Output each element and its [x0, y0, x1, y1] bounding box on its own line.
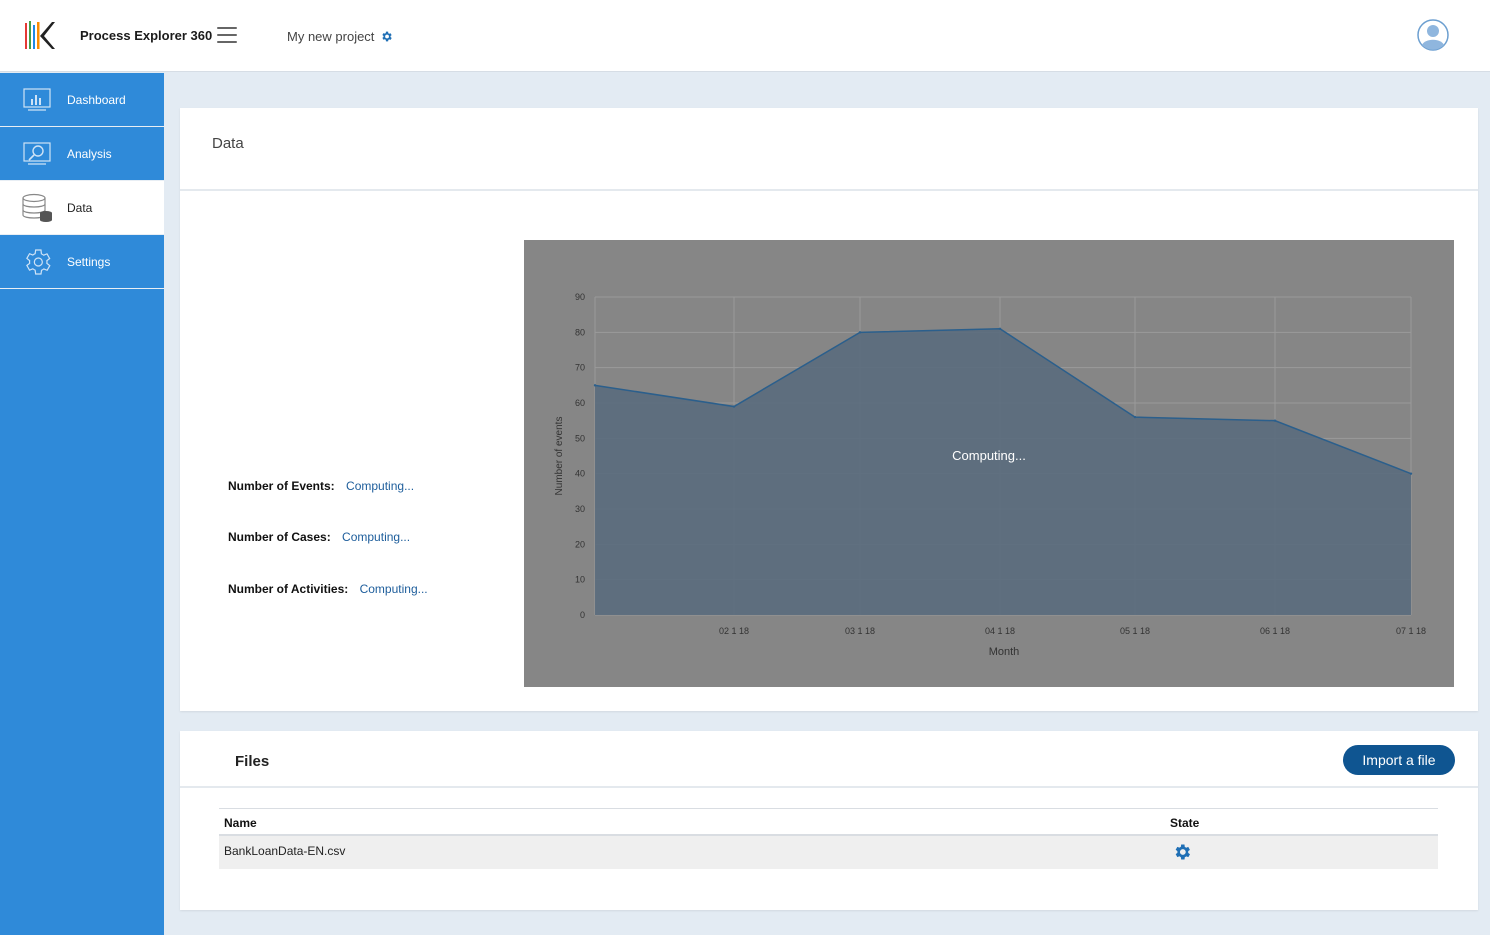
column-header-name[interactable]: Name: [224, 816, 257, 830]
y-tick-label: 70: [575, 363, 585, 373]
y-tick-label: 30: [575, 504, 585, 514]
data-card-header: Data: [180, 108, 1478, 191]
data-point: [858, 331, 862, 334]
stat-cases-value: Computing...: [342, 530, 411, 544]
y-tick-label: 80: [575, 327, 585, 337]
sidebar-item-label: Settings: [67, 254, 111, 269]
app-logo[interactable]: [24, 19, 56, 51]
app-title: Process Explorer 360: [80, 28, 213, 43]
table-header-row: Name State: [219, 808, 1438, 836]
processing-gear-icon: [1175, 844, 1190, 860]
y-tick-label: 50: [575, 433, 585, 443]
x-tick-label: 02 1 18: [719, 626, 749, 636]
data-point: [998, 327, 1002, 330]
sidebar-item-dashboard[interactable]: Dashboard: [0, 73, 164, 127]
data-card-title: Data: [212, 135, 244, 152]
y-tick-label: 10: [575, 575, 585, 585]
project-selector[interactable]: My new project: [287, 29, 393, 44]
import-file-button[interactable]: Import a file: [1343, 745, 1455, 775]
x-tick-label: 03 1 18: [845, 626, 875, 636]
x-tick-label: 06 1 18: [1260, 626, 1290, 636]
user-avatar-icon[interactable]: [1417, 19, 1449, 51]
database-stack-icon: [21, 192, 53, 224]
stat-activities: Number of Activities: Computing...: [228, 582, 428, 596]
dashboard-chart-icon: [21, 84, 53, 116]
x-tick-label: 07 1 18: [1396, 626, 1426, 636]
files-table: Name State BankLoanData-EN.csv: [219, 808, 1438, 869]
y-tick-label: 90: [575, 292, 585, 302]
y-tick-label: 60: [575, 398, 585, 408]
sidebar-item-label: Dashboard: [67, 92, 126, 107]
computing-overlay-text: Computing...: [952, 448, 1026, 463]
gear-icon: [21, 246, 53, 278]
data-point: [593, 384, 597, 387]
stat-events: Number of Events: Computing...: [228, 479, 414, 493]
x-tick-label: 04 1 18: [985, 626, 1015, 636]
x-axis-label: Month: [989, 646, 1020, 658]
y-axis-label: Number of events: [554, 417, 565, 496]
stat-events-label: Number of Events:: [228, 479, 335, 493]
stat-cases-label: Number of Cases:: [228, 530, 331, 544]
top-bar: Process Explorer 360 My new project: [0, 0, 1490, 72]
files-card: Files Import a file Name State BankLoanD…: [180, 731, 1478, 910]
project-settings-gear-icon[interactable]: [380, 30, 393, 43]
project-name: My new project: [287, 29, 375, 44]
data-point: [732, 405, 736, 408]
data-card: Data Number of Events: Computing... Numb…: [180, 108, 1478, 711]
stat-cases: Number of Cases: Computing...: [228, 530, 410, 544]
y-tick-label: 0: [580, 610, 585, 620]
events-area-chart: 0 10 20 30 40 50 60 70 80 90 02 1 18 03 1 18 04 1 18…: [554, 292, 1426, 658]
area-fill: [595, 328, 1411, 615]
table-row[interactable]: BankLoanData-EN.csv: [219, 836, 1438, 869]
file-name-cell: BankLoanData-EN.csv: [224, 844, 346, 858]
sidebar-item-label: Analysis: [67, 146, 112, 161]
sidebar: Dashboard Analysis Data Settings: [0, 73, 164, 935]
files-card-header: Files Import a file: [180, 731, 1478, 788]
y-tick-label: 20: [575, 539, 585, 549]
sidebar-item-data[interactable]: Data: [0, 181, 164, 235]
data-point: [1273, 419, 1277, 422]
data-point: [1409, 472, 1413, 475]
sidebar-item-label: Data: [67, 200, 93, 215]
stat-activities-value: Computing...: [359, 582, 428, 596]
data-point: [1133, 415, 1137, 419]
analysis-magnifier-icon: [21, 138, 53, 170]
column-header-state[interactable]: State: [1170, 816, 1199, 830]
sidebar-item-settings[interactable]: Settings: [0, 235, 164, 289]
files-card-title: Files: [235, 753, 270, 770]
events-chart-overlay: 0 10 20 30 40 50 60 70 80 90 02 1 18 03 1 18 04 1 18…: [524, 240, 1454, 687]
hamburger-menu-icon[interactable]: [217, 27, 237, 44]
stat-activities-label: Number of Activities:: [228, 582, 349, 596]
y-tick-label: 40: [575, 469, 585, 479]
sidebar-item-analysis[interactable]: Analysis: [0, 127, 164, 181]
stat-events-value: Computing...: [346, 479, 415, 493]
x-tick-label: 05 1 18: [1120, 626, 1150, 636]
